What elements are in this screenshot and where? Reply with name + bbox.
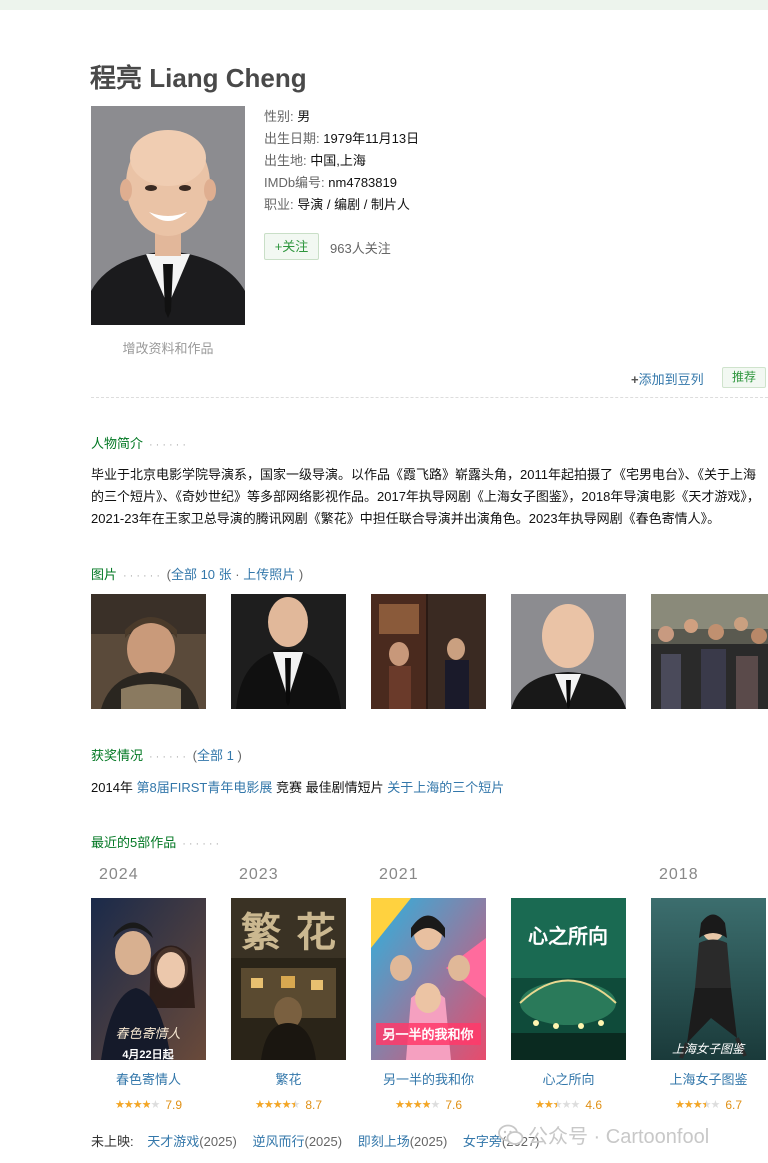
work-year: 2021 (379, 866, 419, 883)
page-title: 程亮 Liang Cheng (90, 63, 307, 93)
work-poster[interactable]: 上海女子图鉴 (651, 898, 766, 1060)
svg-text:上海女子图鉴: 上海女子图鉴 (672, 1042, 746, 1056)
work-poster[interactable]: 春色寄情人 4月22日起 (91, 898, 206, 1060)
star-rating-icon: ★★★★★★★★★★ (255, 1099, 300, 1112)
festival-link[interactable]: 第8届FIRST青年电影展 (137, 780, 273, 795)
work-rating: ★★★★★★★★★★ 8.7 (231, 1096, 346, 1112)
work-poster[interactable]: 繁 花 (231, 898, 346, 1060)
upcoming-title-link[interactable]: 逆风而行 (252, 1134, 304, 1149)
top-bar (0, 0, 768, 10)
info-occupation: 职业: 导演 / 编剧 / 制片人 (264, 197, 410, 212)
work-year: 2018 (659, 866, 699, 883)
info-imdb: IMDb编号: nm4783819 (264, 175, 397, 190)
work-rating: ★★★★★★★★★★ 7.9 (91, 1096, 206, 1112)
info-birthplace: 出生地: 中国,上海 (264, 153, 366, 168)
work-title-link[interactable]: 繁花 (231, 1069, 346, 1088)
all-awards-link[interactable]: 全部 1 (197, 748, 234, 763)
svg-text:花: 花 (296, 909, 336, 956)
photos-section-title: 图片 ······ (全部 10 张 · 上传照片 ) (91, 567, 304, 582)
svg-text:另一半的我和你: 另一半的我和你 (382, 1027, 473, 1042)
works-section-title: 最近的5部作品 ······ (91, 835, 223, 850)
work-rating: ★★★★★★★★★★ 6.7 (651, 1096, 766, 1112)
work-poster[interactable]: 另一半的我和你 (371, 898, 486, 1060)
work-year: 2024 (99, 866, 139, 883)
poster-caption: 4月22日起 (122, 1047, 174, 1060)
watermark: 公众号 · Cartoonfool (498, 1120, 709, 1152)
upload-photo-link[interactable]: 上传照片 (243, 567, 295, 582)
star-rating-icon: ★★★★★★★★★★ (395, 1099, 440, 1112)
work-title-link[interactable]: 春色寄情人 (91, 1069, 206, 1088)
star-rating-icon: ★★★★★★★★★★ (675, 1099, 720, 1112)
divider (91, 397, 768, 398)
info-panel: 性别: 男 出生日期: 1979年11月13日 出生地: 中国,上海 IMDb编… (264, 106, 419, 216)
follow-button[interactable]: +关注 (264, 233, 319, 260)
upcoming-works: 未上映: 天才游戏(2025) 逆风而行(2025) 即刻上场(2025) 女字… (91, 1131, 552, 1150)
svg-text:心之所向: 心之所向 (528, 924, 608, 948)
info-gender: 性别: 男 (264, 109, 311, 124)
edit-profile-link[interactable]: 增改资料和作品 (91, 338, 245, 357)
award-work-link[interactable]: 关于上海的三个短片 (387, 780, 504, 795)
upcoming-item: 逆风而行(2025) (252, 1134, 343, 1149)
photo-thumbnail[interactable] (511, 594, 626, 709)
star-rating-icon: ★★★★★★★★★★ (535, 1099, 580, 1112)
svg-text:繁: 繁 (241, 909, 281, 956)
info-birthdate: 出生日期: 1979年11月13日 (264, 131, 420, 146)
add-to-doulist-link[interactable]: +添加到豆列 (631, 369, 704, 388)
upcoming-item: 天才游戏(2025) (147, 1134, 237, 1149)
photo-thumbnail[interactable] (371, 594, 486, 709)
rating-score: 8.7 (305, 1097, 322, 1112)
rating-score: 4.6 (585, 1097, 602, 1112)
upcoming-title-link[interactable]: 女字旁 (463, 1134, 502, 1149)
work-title-link[interactable]: 上海女子图鉴 (651, 1069, 766, 1088)
work-title-link[interactable]: 另一半的我和你 (371, 1069, 486, 1088)
svg-text:春色寄情人: 春色寄情人 (115, 1027, 180, 1042)
star-rating-icon: ★★★★★★★★★★ (115, 1099, 160, 1112)
portrait-photo[interactable] (91, 106, 245, 325)
upcoming-title-link[interactable]: 即刻上场 (358, 1134, 410, 1149)
recommend-button[interactable]: 推荐 (722, 367, 766, 388)
rating-score: 7.9 (165, 1097, 182, 1112)
awards-section-title: 获奖情况 ······ (全部 1 ) (91, 748, 242, 763)
rating-score: 7.6 (445, 1097, 462, 1112)
bio-text: 毕业于北京电影学院导演系，国家一级导演。以作品《霞飞路》崭露头角，2011年起拍… (91, 467, 760, 526)
award-entry: 2014年 第8届FIRST青年电影展 竞赛 最佳剧情短片 关于上海的三个短片 (91, 780, 505, 795)
work-year: 2023 (239, 866, 279, 883)
all-photos-link[interactable]: 全部 10 张 (171, 567, 232, 582)
work-rating: ★★★★★★★★★★ 4.6 (511, 1096, 626, 1112)
rating-score: 6.7 (725, 1097, 742, 1112)
plus-icon: + (631, 372, 639, 387)
upcoming-item: 即刻上场(2025) (357, 1134, 448, 1149)
work-rating: ★★★★★★★★★★ 7.6 (371, 1096, 486, 1112)
work-title-link[interactable]: 心之所向 (511, 1069, 626, 1088)
upcoming-title-link[interactable]: 天才游戏 (147, 1134, 199, 1149)
photo-thumbnail[interactable] (651, 594, 768, 709)
wechat-icon (498, 1124, 524, 1152)
follower-count: 963人关注 (330, 241, 391, 256)
photo-thumbnail[interactable] (231, 594, 346, 709)
bio-section-title: 人物简介 ······ (91, 436, 189, 451)
work-poster[interactable]: 心之所向 (511, 898, 626, 1060)
photo-thumbnail[interactable] (91, 594, 206, 709)
